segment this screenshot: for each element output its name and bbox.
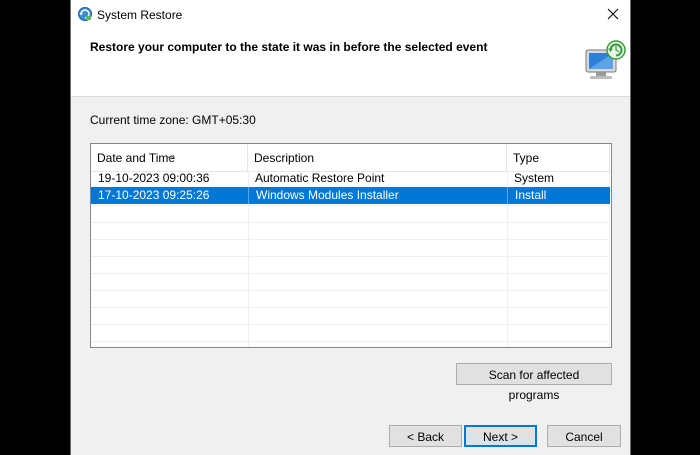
row-description: Automatic Restore Point bbox=[255, 171, 385, 185]
title-bar: System Restore bbox=[71, 0, 630, 30]
restore-points-list[interactable]: Date and Time Description Type 19-10-202… bbox=[90, 143, 612, 348]
header-instruction: Restore your computer to the state it wa… bbox=[90, 40, 488, 54]
row-date: 19-10-2023 09:00:36 bbox=[98, 171, 210, 185]
restore-computer-icon bbox=[578, 36, 628, 86]
row-type: System bbox=[514, 171, 555, 185]
grid-line bbox=[91, 222, 610, 223]
column-header-type-label: Type bbox=[513, 151, 540, 165]
cancel-button[interactable]: Cancel bbox=[547, 425, 621, 447]
system-restore-icon bbox=[77, 6, 93, 22]
table-row[interactable]: 19-10-2023 09:00:36 Automatic Restore Po… bbox=[91, 170, 610, 187]
column-header-date[interactable]: Date and Time bbox=[91, 144, 248, 171]
row-type: Install bbox=[507, 187, 610, 204]
back-button[interactable]: < Back bbox=[389, 425, 462, 447]
grid-line bbox=[91, 341, 610, 342]
scan-affected-programs-button[interactable]: Scan for affected programs bbox=[456, 363, 612, 402]
column-header-description-label: Description bbox=[254, 151, 315, 165]
grid-line bbox=[91, 205, 610, 206]
grid-line bbox=[91, 239, 610, 240]
grid-line bbox=[91, 256, 610, 257]
column-header-description[interactable]: Description bbox=[248, 144, 507, 171]
grid-line bbox=[91, 324, 610, 325]
timezone-label: Current time zone: GMT+05:30 bbox=[90, 113, 256, 127]
column-header-type[interactable]: Type bbox=[507, 144, 610, 171]
next-button[interactable]: Next > bbox=[464, 425, 537, 447]
column-header-date-label: Date and Time bbox=[97, 151, 176, 165]
grid-line bbox=[91, 273, 610, 274]
close-button[interactable] bbox=[602, 4, 624, 26]
table-row-selected[interactable]: 17-10-2023 09:25:26 Windows Modules Inst… bbox=[91, 187, 610, 204]
row-description: Windows Modules Installer bbox=[248, 187, 507, 204]
close-icon bbox=[607, 8, 619, 23]
wizard-header: Restore your computer to the state it wa… bbox=[71, 30, 630, 97]
grid-line bbox=[91, 307, 610, 308]
grid-line bbox=[91, 290, 610, 291]
list-header: Date and Time Description Type bbox=[91, 144, 611, 172]
sort-indicator-icon bbox=[165, 144, 175, 160]
system-restore-dialog: System Restore Restore your computer to … bbox=[70, 0, 631, 455]
row-date: 17-10-2023 09:25:26 bbox=[98, 188, 210, 202]
window-title: System Restore bbox=[97, 8, 183, 22]
